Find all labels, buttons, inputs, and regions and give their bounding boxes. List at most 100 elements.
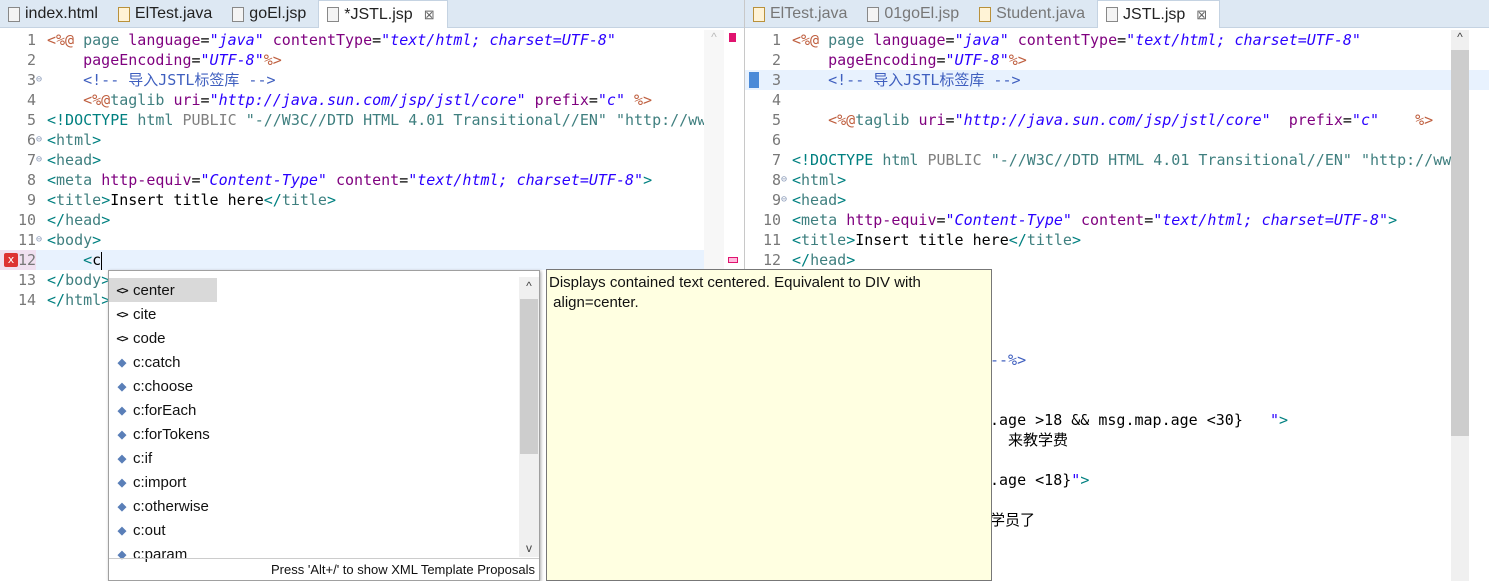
java-file-icon [117, 6, 130, 22]
proposal-item[interactable]: ◆ c:import [109, 470, 519, 494]
code-line[interactable]: 6 [745, 130, 1489, 150]
proposal-scrollbar[interactable]: ^ v [519, 277, 539, 557]
fold-toggle-icon[interactable]: ⊖ [781, 170, 787, 190]
code-line[interactable]: 2 pageEncoding="UTF-8"%> [745, 50, 1489, 70]
code-line[interactable]: 7 ⊖ <head> [0, 150, 744, 170]
code-token: "c" [1351, 111, 1380, 129]
code-line[interactable]: 6 ⊖ <html> [0, 130, 744, 150]
fold-toggle-icon[interactable]: ⊖ [781, 190, 787, 210]
tab-jstljsp[interactable]: JSTL.jsp ⊠ [1097, 0, 1221, 28]
code-token: < [47, 231, 57, 249]
code-text: <html> [792, 170, 846, 190]
proposal-list[interactable]: <> center <> cite <> code ◆ c:catch ◆ c:choose ◆ c:… [109, 271, 539, 566]
code-token: %> [263, 51, 282, 69]
jstl-tag-icon: ◆ [117, 404, 127, 417]
code-token: "http://java.sun.com/jsp/jstl/core" [209, 91, 526, 109]
code-line[interactable]: 11 <title>Insert title here</title> [745, 230, 1489, 250]
code-token: = [191, 171, 201, 189]
line-number: 5 [771, 111, 781, 129]
tab-studentjava[interactable]: Student.java [971, 0, 1097, 28]
code-token: > [846, 231, 856, 249]
code-line[interactable]: 5 <%@taglib uri="http://java.sun.com/jsp… [745, 110, 1489, 130]
error-icon[interactable]: x [4, 253, 18, 267]
code-token: Insert title here [855, 231, 1009, 249]
code-line[interactable]: 11 ⊖ <body> [0, 230, 744, 250]
tab-indexhtml[interactable]: index.html [0, 0, 110, 28]
code-token: prefix [534, 91, 589, 109]
code-line[interactable]: 7 <!DOCTYPE html PUBLIC "-//W3C//DTD HTML… [745, 150, 1489, 170]
line-number: 6 [26, 131, 36, 149]
code-token: pageEncoding [83, 51, 192, 69]
jsp-file-icon [1106, 7, 1119, 22]
proposal-item[interactable]: ◆ c:forEach [109, 398, 519, 422]
proposal-item[interactable]: ◆ c:choose [109, 374, 519, 398]
proposal-item[interactable]: ◆ c:forTokens [109, 422, 519, 446]
scroll-down-icon[interactable]: v [519, 541, 539, 555]
code-token: </ [792, 251, 811, 269]
line-number: 14 [17, 291, 36, 309]
scroll-up-icon[interactable]: ^ [704, 30, 724, 44]
code-token: = [372, 31, 382, 49]
code-text: <head> [47, 150, 101, 170]
scrollbar-thumb[interactable] [1451, 50, 1469, 436]
code-token: c [92, 251, 102, 269]
code-line[interactable]: 12 </head> [745, 250, 1489, 270]
code-token: <%@ [83, 91, 111, 109]
code-token: "Content-Type" [200, 171, 327, 189]
code-token: "Content-Type" [945, 211, 1072, 229]
fold-toggle-icon[interactable]: ⊖ [36, 230, 42, 250]
code-line[interactable]: 10 </head> [0, 210, 744, 230]
fold-toggle-icon[interactable]: ⊖ [36, 150, 42, 170]
code-line[interactable]: 9 ⊖ <head> [745, 190, 1489, 210]
code-line[interactable]: 5 <!DOCTYPE html PUBLIC "-//W3C//DTD HTML… [0, 110, 744, 130]
code-line[interactable]: 12 x <c [0, 250, 744, 270]
code-token: = [399, 171, 409, 189]
line-number: 12 [762, 251, 781, 269]
code-line[interactable]: 2 pageEncoding="UTF-8"%> [0, 50, 744, 70]
code-token: PUBLIC [927, 151, 991, 169]
code-line[interactable]: 4 [745, 90, 1489, 110]
scroll-up-icon[interactable]: ^ [519, 279, 539, 293]
right-scrollbar[interactable]: ^ [1451, 30, 1469, 581]
code-line[interactable]: 10 <meta http-equiv="Content-Type" conten… [745, 210, 1489, 230]
proposal-item[interactable]: <> code [109, 326, 519, 350]
scrollbar-thumb[interactable] [520, 299, 538, 454]
code-token: html [65, 291, 102, 309]
code-line[interactable]: 3 ⊖ <!-- 导入JSTL标签库 --> [0, 70, 744, 90]
bookmark-marker-icon [749, 72, 759, 88]
tab-eltestjava[interactable]: ElTest.java [110, 0, 224, 28]
code-token: > [837, 191, 847, 209]
code-token: < [792, 231, 802, 249]
proposal-item[interactable]: ◆ c:out [109, 518, 519, 542]
code-line[interactable]: 4 <%@taglib uri="http://java.sun.com/jsp… [0, 90, 744, 110]
proposal-item[interactable]: <> cite [109, 302, 519, 326]
fold-toggle-icon[interactable]: ⊖ [36, 130, 42, 150]
proposal-label: c:out [133, 521, 166, 539]
error-marker-icon[interactable] [729, 33, 736, 42]
proposal-item[interactable]: ◆ c:otherwise [109, 494, 519, 518]
code-line[interactable]: 1 <%@ page language="java" contentType="t… [745, 30, 1489, 50]
code-line[interactable]: 3 <!-- 导入JSTL标签库 --> [745, 70, 1489, 90]
tab-01goeljsp[interactable]: 01goEl.jsp [859, 0, 971, 28]
line-number: 13 [17, 271, 36, 289]
proposal-item[interactable]: ◆ c:if [109, 446, 519, 470]
proposal-item[interactable]: <> center [109, 278, 519, 302]
code-token: content [1081, 211, 1145, 229]
code-line[interactable]: 9 <title>Insert title here</title> [0, 190, 744, 210]
proposal-item[interactable]: ◆ c:catch [109, 350, 519, 374]
code-text: </body> [47, 270, 110, 290]
fold-toggle-icon[interactable]: ⊖ [36, 70, 42, 90]
code-line[interactable]: 1 <%@ page language="java" contentType="t… [0, 30, 744, 50]
close-tab-icon[interactable]: ⊠ [1196, 7, 1207, 23]
code-line[interactable]: 8 ⊖ <html> [745, 170, 1489, 190]
code-text: </head> [47, 210, 110, 230]
code-line[interactable]: 8 <meta http-equiv="Content-Type" content… [0, 170, 744, 190]
tab-jstljsp[interactable]: *JSTL.jsp ⊠ [318, 0, 448, 28]
error-marker-icon[interactable] [728, 257, 738, 263]
scroll-up-icon[interactable]: ^ [1451, 30, 1469, 44]
code-token: <%@ [792, 31, 829, 49]
tab-eltestjava[interactable]: ElTest.java [745, 0, 859, 28]
tab-goeljsp[interactable]: goEl.jsp [224, 0, 318, 28]
close-tab-icon[interactable]: ⊠ [424, 7, 435, 23]
jstl-tag-icon: ◆ [117, 476, 127, 489]
